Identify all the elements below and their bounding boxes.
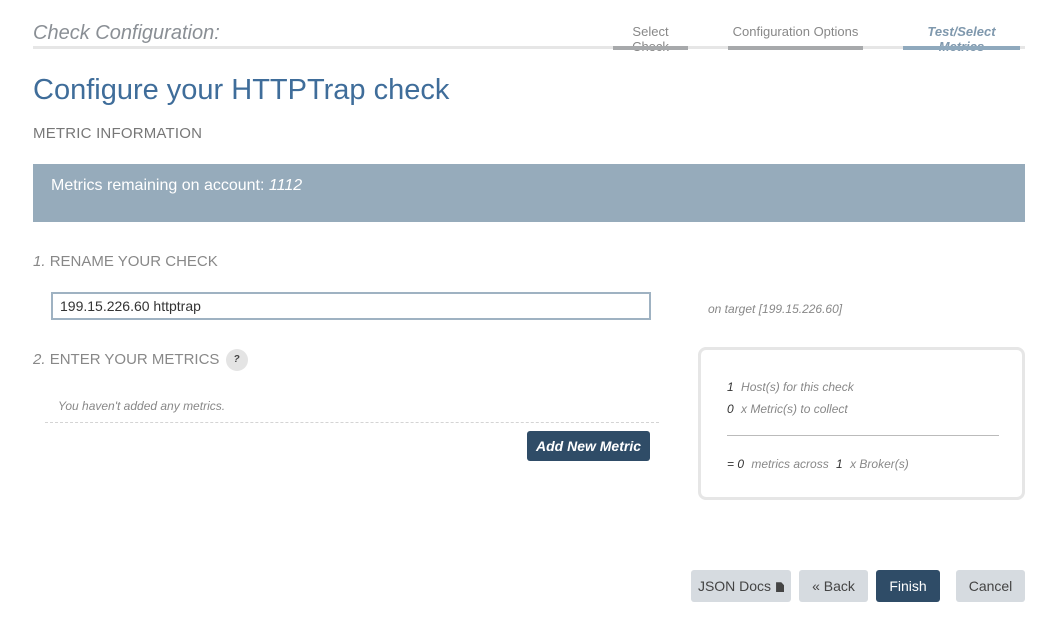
wizard-step-bar-active <box>903 46 1020 50</box>
help-icon[interactable]: ? <box>225 349 248 371</box>
empty-metrics-message: You haven't added any metrics. <box>58 399 226 413</box>
wizard-step-select-check[interactable]: Select Check <box>613 24 688 54</box>
add-new-metric-button[interactable]: Add New Metric <box>527 431 650 461</box>
wizard-step-test-select-metrics: Test/Select Metrics <box>903 24 1020 54</box>
enter-metrics-heading: 2. ENTER YOUR METRICS ? <box>33 349 248 371</box>
wizard-step-label: Configuration Options <box>732 24 859 39</box>
brokers-count: 1 <box>836 457 843 471</box>
summary-divider <box>727 435 999 436</box>
json-docs-button[interactable]: JSON Docs <box>691 570 791 602</box>
metrics-remaining-label: Metrics remaining on account: <box>51 177 265 194</box>
heading-text: ENTER YOUR METRICS <box>49 350 220 368</box>
page-title: Configure your HTTPTrap check <box>33 74 450 106</box>
hosts-count: 1 <box>727 380 734 394</box>
total-mid: metrics across <box>751 457 829 471</box>
back-button[interactable]: « Back <box>799 570 868 602</box>
metrics-count: 0 <box>727 402 734 416</box>
target-note: on target [199.15.226.60] <box>708 302 843 316</box>
metrics-label: x Metric(s) to collect <box>741 402 848 416</box>
wizard-step-bar <box>728 46 863 50</box>
heading-index: 2. <box>33 350 46 368</box>
document-icon <box>776 582 785 593</box>
total-prefix: = 0 <box>727 457 745 471</box>
metrics-remaining-value: 1112 <box>268 177 303 194</box>
check-name-input[interactable] <box>51 292 651 320</box>
total-summary: = 0 metrics across 1 x Broker(s) <box>727 457 909 471</box>
brokers-label: x Broker(s) <box>850 457 909 471</box>
heading-text: RENAME YOUR CHECK <box>49 253 218 270</box>
check-summary-box: 1 Host(s) for this check 0 x Metric(s) t… <box>698 347 1025 500</box>
heading-index: 1. <box>33 253 46 270</box>
metrics-divider <box>45 422 659 423</box>
hosts-summary: 1 Host(s) for this check <box>727 380 854 394</box>
metrics-remaining-banner: Metrics remaining on account: 1112 <box>33 164 1025 222</box>
hosts-label: Host(s) for this check <box>741 380 854 394</box>
rename-check-heading: 1. RENAME YOUR CHECK <box>33 253 218 270</box>
wizard-step-bar <box>613 46 688 50</box>
section-label: METRIC INFORMATION <box>33 125 203 142</box>
check-config-title: Check Configuration: <box>33 22 220 44</box>
cancel-button[interactable]: Cancel <box>956 570 1025 602</box>
metrics-summary: 0 x Metric(s) to collect <box>727 402 848 416</box>
header-rule <box>33 46 1025 49</box>
finish-button[interactable]: Finish <box>876 570 940 602</box>
json-docs-label: JSON Docs <box>697 578 772 594</box>
wizard-step-configuration-options[interactable]: Configuration Options <box>728 24 863 50</box>
